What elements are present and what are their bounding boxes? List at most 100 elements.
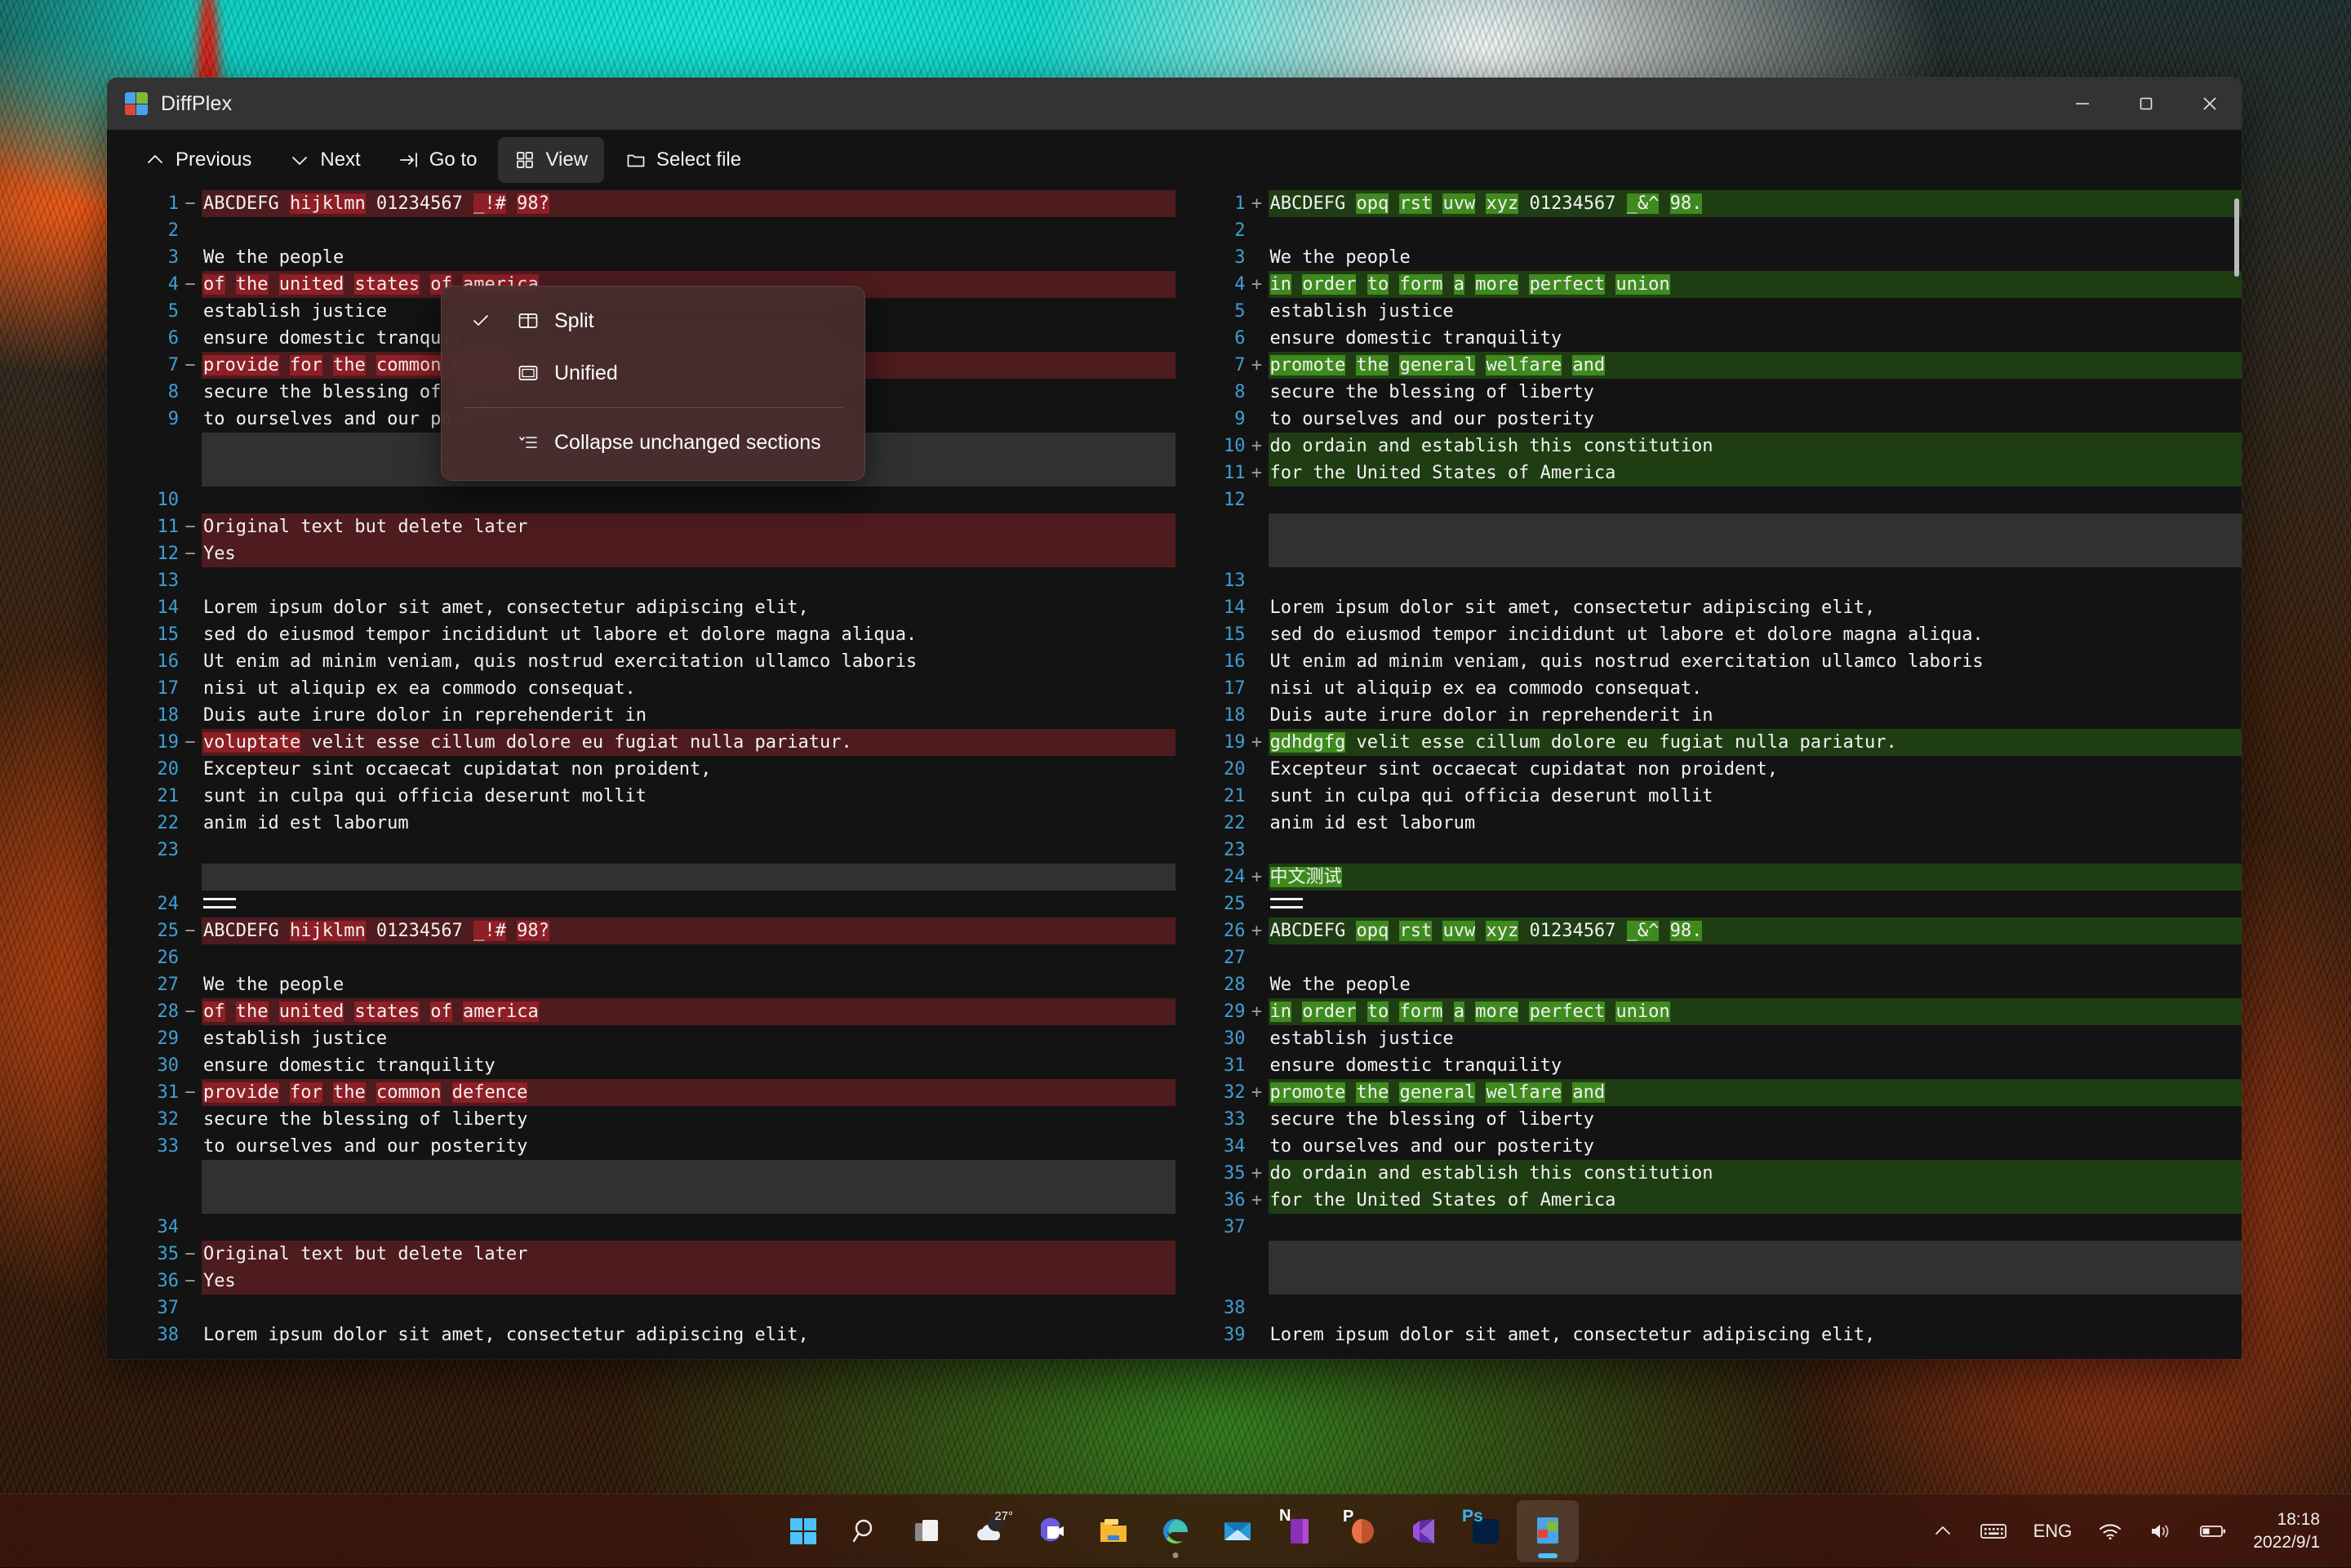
view-button[interactable]: View — [498, 137, 604, 183]
grid-icon — [514, 149, 536, 171]
diff-marker — [179, 891, 202, 917]
line-number: 2 — [109, 217, 179, 244]
menu-separator — [463, 407, 843, 408]
diff-word-highlight: of — [203, 1002, 225, 1022]
close-button[interactable] — [2178, 78, 2242, 130]
diff-line-row: 7+promote the general welfare and — [1176, 352, 2242, 379]
diff-marker — [1246, 486, 1269, 513]
diff-line-row: 22anim id est laborum — [1176, 810, 2242, 837]
teams-icon[interactable] — [1020, 1500, 1082, 1562]
diffplex-window: DiffPlex Previous Next — [107, 78, 2242, 1359]
visual-studio-icon[interactable] — [1393, 1500, 1455, 1562]
window-titlebar[interactable]: DiffPlex — [107, 78, 2242, 130]
diffplex-icon[interactable] — [1517, 1500, 1579, 1562]
line-number: 30 — [1176, 1025, 1246, 1052]
diff-word-highlight: defence — [452, 1082, 528, 1103]
diff-marker — [179, 244, 202, 271]
diff-marker — [1246, 783, 1269, 810]
diff-marker — [179, 837, 202, 864]
line-number: 14 — [109, 594, 179, 621]
diff-line-row: 38 — [1176, 1295, 2242, 1321]
diff-line-text — [202, 1214, 1176, 1241]
diff-line-row: 27We the people — [109, 971, 1176, 998]
menu-item-split[interactable]: Split — [442, 295, 864, 347]
diff-line-row: 10+do ordain and establish this constitu… — [1176, 433, 2242, 460]
diff-word-highlight: the — [1356, 355, 1389, 375]
weather-widget[interactable]: 27° — [958, 1500, 1020, 1562]
diff-line-text: Yes — [202, 1268, 1176, 1295]
mail-icon[interactable] — [1207, 1500, 1269, 1562]
search-button[interactable] — [834, 1500, 896, 1562]
diff-line-text: ABCDEFG opq rst uvw xyz 01234567 _&^ 98. — [1269, 190, 2242, 217]
onenote-icon[interactable]: N — [1269, 1500, 1331, 1562]
start-button[interactable] — [772, 1500, 834, 1562]
menu-item-collapse-label: Collapse unchanged sections — [554, 431, 821, 455]
diff-word-highlight: united — [279, 1002, 344, 1022]
diff-marker: − — [179, 513, 202, 540]
missing-glyph-placeholder — [203, 898, 236, 908]
unified-view-icon — [502, 361, 554, 385]
diff-line-row: 32+promote the general welfare and — [1176, 1079, 2242, 1106]
diff-line-row: 32secure the blessing of liberty — [109, 1106, 1176, 1133]
diff-line-text: establish justice — [1269, 1025, 2242, 1052]
diff-line-text: Lorem ipsum dolor sit amet, consectetur … — [202, 594, 1176, 621]
diff-word-highlight: promote — [1270, 355, 1346, 375]
show-hidden-icons-button[interactable] — [1921, 1505, 1965, 1557]
diff-line-text: to ourselves and our posterity — [1269, 1133, 2242, 1160]
touch-keyboard-icon[interactable] — [1968, 1505, 2019, 1557]
maximize-button[interactable] — [2114, 78, 2178, 130]
diff-filler-row — [1176, 540, 2242, 567]
next-button[interactable]: Next — [273, 137, 376, 183]
line-number: 35 — [1176, 1160, 1246, 1187]
diff-marker — [1246, 1106, 1269, 1133]
diff-marker: − — [179, 1241, 202, 1268]
previous-button[interactable]: Previous — [128, 137, 268, 183]
diff-line-text: of the united states of america — [202, 998, 1176, 1025]
diff-pane-right[interactable]: 1+ABCDEFG opq rst uvw xyz 01234567 _&^ 9… — [1176, 190, 2242, 1359]
diff-line-row: 17nisi ut aliquip ex ea commodo consequa… — [1176, 675, 2242, 702]
diff-line-row: 24+中文测试 — [1176, 864, 2242, 891]
volume-icon[interactable] — [2137, 1505, 2184, 1557]
language-indicator[interactable]: ENG — [2022, 1505, 2084, 1557]
edge-icon[interactable] — [1144, 1500, 1207, 1562]
diff-marker — [179, 406, 202, 433]
diff-marker — [1246, 944, 1269, 971]
diff-line-row: 15sed do eiusmod tempor incididunt ut la… — [109, 621, 1176, 648]
diff-word-highlight: gdhdgfg — [1270, 732, 1346, 753]
diff-filler-row — [1176, 1241, 2242, 1268]
minimize-button[interactable] — [2051, 78, 2114, 130]
diff-marker: + — [1246, 460, 1269, 486]
menu-item-collapse-unchanged[interactable]: Collapse unchanged sections — [442, 416, 864, 469]
diff-word-highlight: union — [1615, 1002, 1669, 1022]
wifi-icon[interactable] — [2087, 1505, 2134, 1557]
vertical-scrollbar[interactable] — [2234, 198, 2239, 277]
diff-word-highlight: states — [354, 1002, 419, 1022]
line-number: 39 — [1176, 1321, 1246, 1348]
powerpoint-icon[interactable]: P — [1331, 1500, 1393, 1562]
diff-line-text: Yes — [202, 540, 1176, 567]
clock[interactable]: 18:18 2022/9/1 — [2242, 1505, 2331, 1557]
diff-line-row: 23 — [109, 837, 1176, 864]
diff-marker: − — [179, 540, 202, 567]
diff-marker — [179, 298, 202, 325]
goto-button[interactable]: Go to — [382, 137, 494, 183]
line-number: 24 — [109, 891, 179, 917]
line-number: 10 — [109, 486, 179, 513]
battery-icon[interactable] — [2188, 1505, 2238, 1557]
task-view-button[interactable] — [896, 1500, 958, 1562]
photoshop-icon[interactable]: Ps — [1455, 1500, 1517, 1562]
line-number: 15 — [1176, 621, 1246, 648]
diff-line-text: ensure domestic tranquility — [202, 1052, 1176, 1079]
diff-line-text: secure the blessing of liberty — [1269, 379, 2242, 406]
diff-line-row: 39Lorem ipsum dolor sit amet, consectetu… — [1176, 1321, 2242, 1348]
menu-item-unified[interactable]: Unified — [442, 347, 864, 399]
line-number: 15 — [109, 621, 179, 648]
select-file-button[interactable]: Select file — [609, 137, 758, 183]
diff-line-text — [1269, 837, 2242, 864]
diff-word-highlight: provide — [203, 355, 279, 375]
line-number: 29 — [1176, 998, 1246, 1025]
diff-marker: + — [1246, 1187, 1269, 1214]
diff-marker — [1246, 1295, 1269, 1321]
line-number: 24 — [1176, 864, 1246, 891]
file-explorer-icon[interactable] — [1082, 1500, 1144, 1562]
